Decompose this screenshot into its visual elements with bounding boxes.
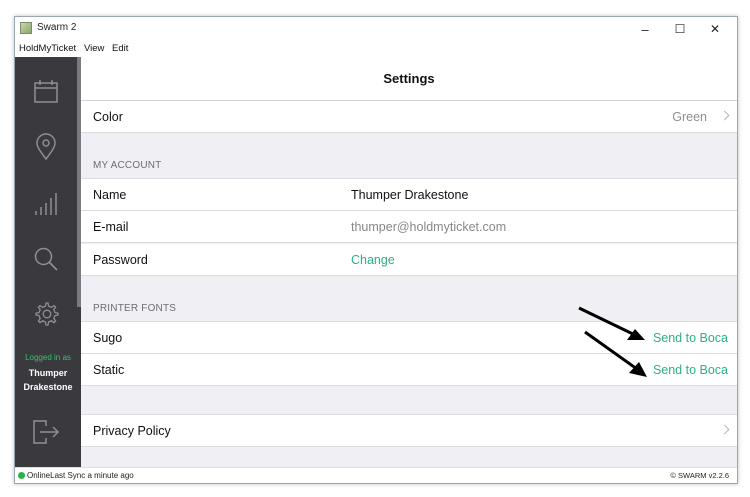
menu-edit[interactable]: Edit (112, 43, 128, 54)
logged-in-last-name: Drakestone (23, 382, 73, 392)
close-icon: ✕ (709, 22, 721, 36)
chevron-right-icon (719, 424, 730, 435)
privacy-policy-row[interactable]: Privacy Policy (81, 414, 737, 447)
minimize-icon: – (641, 21, 649, 37)
menu-holdmyticket[interactable]: HoldMyTicket (19, 43, 76, 54)
section-header-my-account: MY ACCOUNT (93, 160, 162, 171)
send-to-boca-button[interactable]: Send to Boca (653, 363, 728, 377)
sync-status: OnlineLast Sync a minute ago (27, 471, 134, 480)
name-value: Thumper Drakestone (351, 188, 469, 202)
search-icon (34, 247, 58, 271)
name-label: Name (93, 188, 127, 202)
name-row: Name Thumper Drakestone (81, 178, 737, 211)
logged-in-label: Logged in as (25, 353, 71, 362)
printer-font-label: Sugo (93, 331, 123, 345)
sidebar-item-search[interactable] (15, 239, 77, 279)
sidebar-item-reports[interactable] (15, 184, 77, 224)
sidebar: Logged in as Thumper Drakestone (15, 57, 81, 467)
password-label: Password (93, 253, 148, 267)
change-password-link[interactable]: Change (351, 253, 395, 267)
send-to-boca-button[interactable]: Send to Boca (653, 331, 728, 345)
close-button[interactable]: ✕ (698, 17, 732, 41)
signal-bars-icon (35, 193, 57, 215)
maximize-button[interactable]: ☐ (663, 17, 697, 41)
section-header-printer-fonts: PRINTER FONTS (93, 303, 177, 314)
status-bar: OnlineLast Sync a minute ago © SWARM v2.… (15, 467, 737, 483)
chevron-right-icon (719, 110, 730, 121)
minimize-button[interactable]: – (628, 17, 662, 41)
email-label: E-mail (93, 220, 129, 234)
printer-font-label: Static (93, 363, 125, 377)
menu-bar: HoldMyTicket View Edit (15, 41, 737, 57)
privacy-policy-label: Privacy Policy (93, 424, 171, 438)
settings-panel: Settings Color Green MY ACCOUNT Name Thu… (81, 57, 737, 467)
menu-view[interactable]: View (84, 43, 104, 54)
logout-icon (33, 420, 60, 444)
version-label: © SWARM v2.2.6 (670, 471, 729, 480)
app-icon (20, 22, 32, 34)
page-title: Settings (81, 57, 737, 101)
sidebar-item-settings[interactable] (15, 294, 77, 334)
sidebar-item-location[interactable] (15, 127, 77, 167)
logout-button[interactable] (15, 412, 77, 452)
window-title: Swarm 2 (37, 22, 77, 33)
location-pin-icon (36, 133, 56, 161)
gear-icon (35, 302, 59, 326)
color-value: Green (672, 110, 707, 124)
title-bar: Swarm 2 – ☐ ✕ (15, 17, 737, 41)
email-value: thumper@holdmyticket.com (351, 220, 507, 234)
logged-in-first-name: Thumper (28, 368, 68, 378)
sidebar-item-calendar[interactable] (15, 72, 77, 112)
app-window: Swarm 2 – ☐ ✕ HoldMyTicket View Edit Log… (14, 16, 738, 484)
maximize-icon: ☐ (674, 22, 686, 36)
annotation-arrow (584, 330, 647, 377)
calendar-icon (34, 80, 58, 103)
online-status-icon (18, 472, 25, 479)
password-row: Password Change (81, 244, 737, 276)
email-row: E-mail thumper@holdmyticket.com (81, 211, 737, 243)
color-label: Color (93, 110, 123, 124)
color-row[interactable]: Color Green (81, 101, 737, 133)
